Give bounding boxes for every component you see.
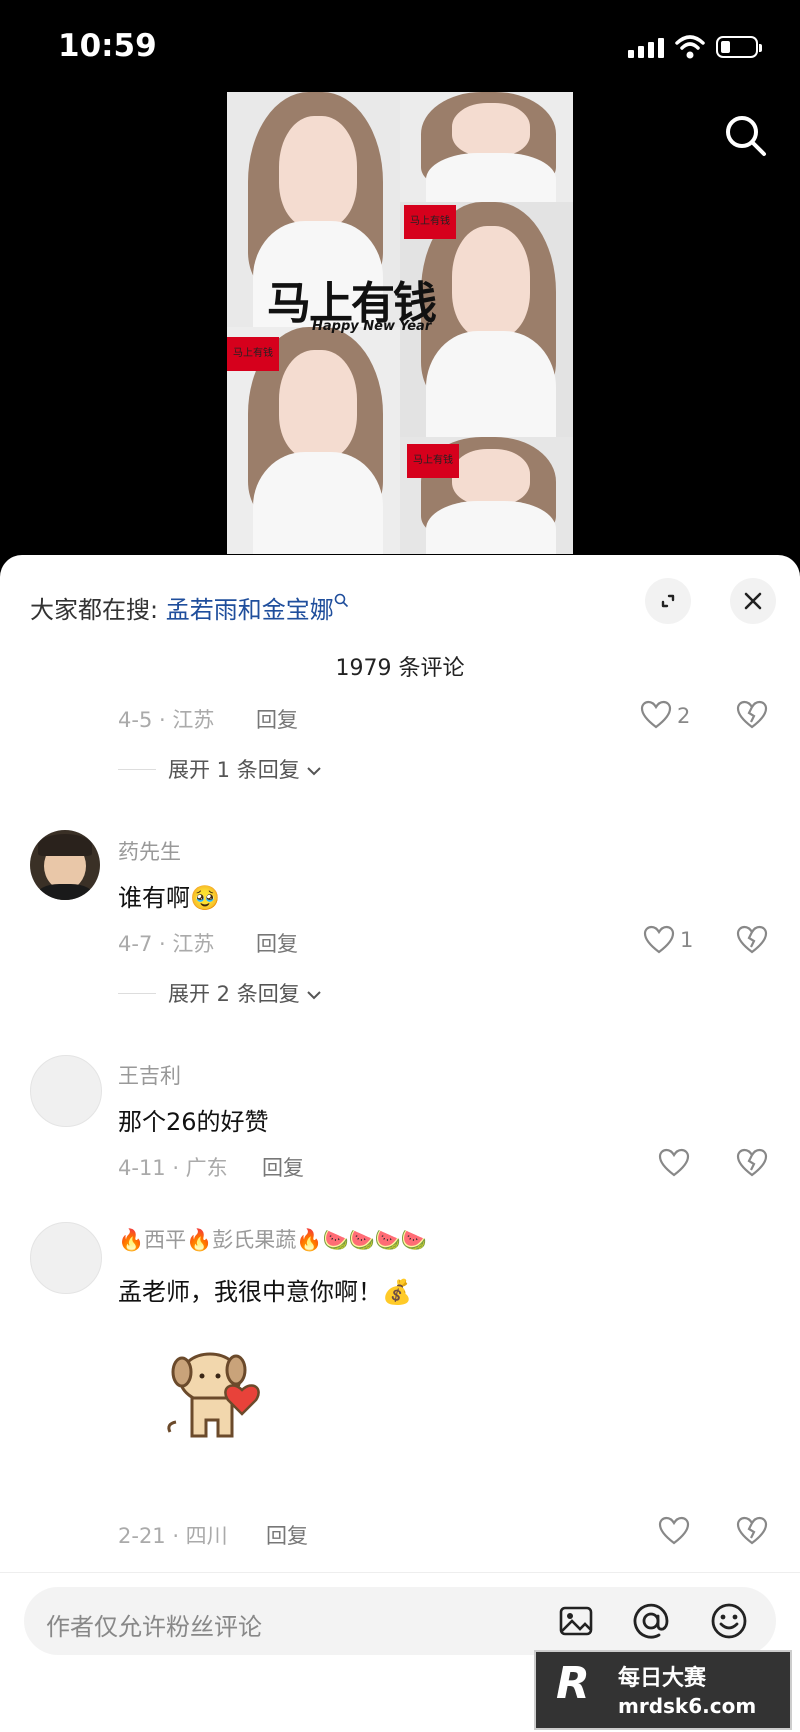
divider (0, 1572, 800, 1573)
comment-count: 1979 条评论 (335, 656, 465, 681)
hot-search: 大家都在搜: 孟若雨和金宝娜 (30, 590, 350, 625)
expand-replies[interactable]: 展开 1 条回复 (168, 754, 322, 784)
collapse-button[interactable] (645, 578, 691, 624)
comment-username[interactable]: 🔥西平🔥彭氏果蔬🔥🍉🍉🍉🍉 (118, 1224, 427, 1254)
video-preview[interactable]: 马上有钱 马上有钱 马上有钱 马上有钱 Happy New Year (227, 92, 573, 554)
like-count: 1 (680, 928, 694, 952)
signal-icon (628, 38, 664, 58)
comment-meta: 4-5 · 江苏 (118, 708, 215, 732)
comment-text: 谁有啊🥹 (118, 884, 220, 912)
divider (118, 993, 156, 994)
watermark-letter: R (556, 1658, 590, 1709)
comment-input-placeholder: 作者仅允许粉丝评论 (46, 1613, 262, 1641)
avatar[interactable] (30, 1222, 102, 1294)
watermark-line2: mrdsk6.com (618, 1694, 757, 1718)
expand-replies[interactable]: 展开 2 条回复 (168, 978, 322, 1008)
broken-heart-icon[interactable] (736, 700, 768, 730)
comment-text: 那个26的好赞 (118, 1108, 269, 1136)
comment-username[interactable]: 王吉利 (118, 1060, 181, 1090)
reply-button[interactable]: 回复 (256, 928, 298, 958)
comment-meta: 4-11 · 广东 (118, 1156, 228, 1180)
avatar[interactable] (30, 1055, 102, 1127)
heart-icon[interactable] (640, 700, 672, 730)
status-time: 10:59 (58, 28, 157, 64)
reply-button[interactable]: 回复 (266, 1520, 308, 1550)
like-count: 2 (677, 704, 691, 728)
chevron-down-icon (307, 991, 322, 1000)
at-icon[interactable] (632, 1602, 670, 1640)
red-tag: 马上有钱 (407, 444, 459, 478)
wifi-icon (675, 35, 705, 59)
collapse-icon (661, 594, 675, 608)
sticker-subtitle: Happy New Year (312, 319, 432, 334)
broken-heart-icon[interactable] (736, 925, 768, 955)
battery-icon (716, 36, 762, 58)
divider (118, 769, 156, 770)
heart-icon[interactable] (658, 1148, 690, 1178)
hot-search-link[interactable]: 孟若雨和金宝娜 (166, 593, 350, 624)
image-icon[interactable] (558, 1603, 594, 1639)
comment-meta: 4-7 · 江苏 (118, 932, 215, 956)
search-icon (334, 593, 348, 608)
search-icon[interactable] (722, 112, 770, 160)
close-icon (744, 592, 762, 610)
red-tag: 马上有钱 (404, 205, 456, 239)
heart-icon[interactable] (658, 1516, 690, 1546)
broken-heart-icon[interactable] (736, 1516, 768, 1546)
close-button[interactable] (730, 578, 776, 624)
watermark-logo: R 每日大赛 mrdsk6.com (534, 1650, 792, 1730)
dog-sticker-icon (167, 1352, 260, 1438)
comment-input[interactable]: 作者仅允许粉丝评论 (24, 1587, 776, 1655)
emoji-icon[interactable] (710, 1602, 748, 1640)
watermark-line1: 每日大赛 (618, 1666, 707, 1691)
broken-heart-icon[interactable] (736, 1148, 768, 1178)
chevron-down-icon (307, 767, 322, 776)
photo-tile (400, 92, 573, 202)
heart-icon[interactable] (643, 925, 675, 955)
status-bar: 10:59 (0, 0, 800, 100)
reply-button[interactable]: 回复 (256, 704, 298, 734)
comment-meta: 2-21 · 四川 (118, 1524, 228, 1548)
red-tag: 马上有钱 (227, 337, 279, 371)
comment-text: 孟老师，我很中意你啊！💰 (118, 1278, 412, 1306)
comment-username[interactable]: 药先生 (118, 836, 181, 866)
hot-search-prefix: 大家都在搜: (30, 596, 159, 624)
avatar[interactable] (30, 830, 100, 900)
reply-button[interactable]: 回复 (262, 1152, 304, 1182)
